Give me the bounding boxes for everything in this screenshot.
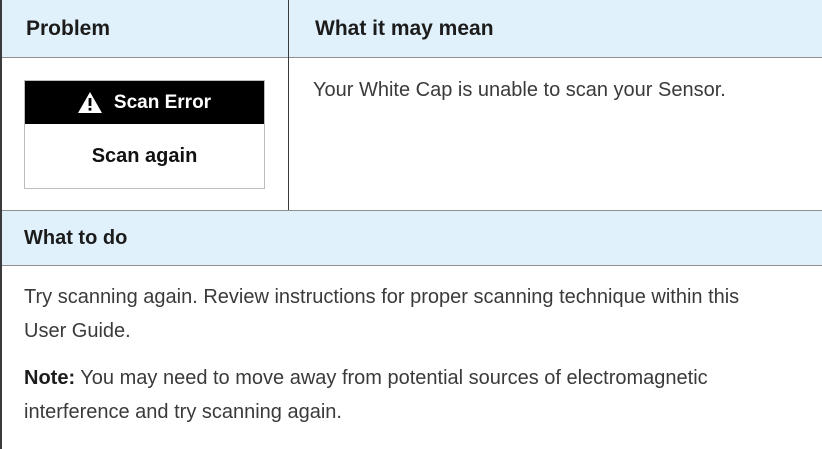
header-problem: Problem (26, 17, 111, 40)
scan-error-screen: Scan Error Scan again (24, 80, 265, 189)
header-what-it-may-mean: What it may mean (315, 17, 494, 40)
note-text: You may need to move away from potential… (24, 367, 708, 423)
troubleshooting-table: Problem What it may mean Scan Error Scan… (0, 0, 822, 449)
what-to-do-header: What to do (2, 210, 822, 266)
error-title: Scan Error (113, 91, 212, 113)
meaning-description: Your White Cap is unable to scan your Se… (313, 79, 726, 101)
todo-instructions: Try scanning again. Review instructions … (24, 286, 740, 342)
what-to-do-body: Try scanning again. Review instructions … (24, 280, 784, 442)
note-label: Note: (24, 367, 76, 389)
error-title-bar: Scan Error (25, 81, 264, 124)
column-divider (288, 0, 289, 210)
error-action-text: Scan again (91, 144, 198, 167)
warning-triangle-icon (77, 92, 102, 113)
what-to-do-label: What to do (24, 226, 128, 249)
note-paragraph: Note: You may need to move away from pot… (24, 361, 784, 429)
table-header-row: Problem What it may mean (2, 0, 822, 58)
